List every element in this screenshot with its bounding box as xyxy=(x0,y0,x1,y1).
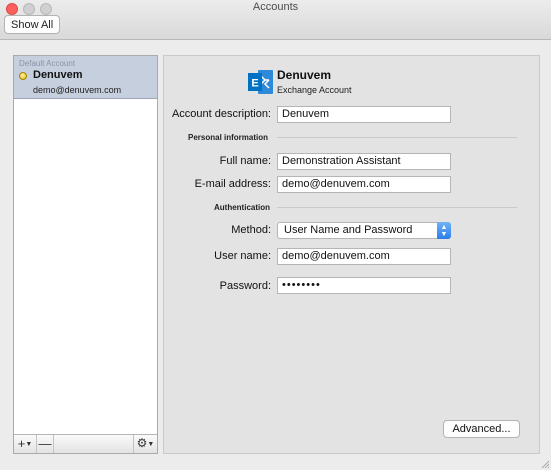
user-name-field[interactable]: demo@denuvem.com xyxy=(277,248,451,265)
section-divider xyxy=(277,207,517,208)
user-name-label: User name: xyxy=(214,250,271,262)
window-title: Accounts xyxy=(252,1,299,13)
full-name-field[interactable]: Demonstration Assistant xyxy=(277,153,451,170)
full-name-label: Full name: xyxy=(219,155,271,167)
account-description-label: Account description: xyxy=(171,108,271,120)
account-type: Exchange Account xyxy=(277,85,352,95)
account-list-name: Denuvem xyxy=(33,69,83,81)
minus-icon: — xyxy=(38,436,52,451)
method-value: User Name and Password xyxy=(284,224,413,236)
account-status-icon xyxy=(19,72,27,80)
account-group-label: Default Account xyxy=(19,59,76,68)
account-actions-button[interactable]: ⚙▼ xyxy=(133,435,157,453)
account-list-item[interactable]: Default Account Denuvem demo@denuvem.com xyxy=(14,56,157,99)
account-details-panel: E Denuvem Exchange Account Account descr… xyxy=(163,55,540,454)
svg-text:E: E xyxy=(251,78,258,90)
resize-grip-icon[interactable] xyxy=(541,460,549,468)
account-title: Denuvem xyxy=(277,68,332,82)
chevron-down-icon: ▼ xyxy=(147,441,155,448)
section-divider xyxy=(277,137,517,138)
chevron-down-icon: ▼ xyxy=(25,441,33,448)
email-address-label: E-mail address: xyxy=(194,178,271,190)
advanced-button[interactable]: Advanced... xyxy=(443,420,520,438)
password-label: Password: xyxy=(219,280,271,292)
account-description-field[interactable]: Denuvem xyxy=(277,106,451,123)
gear-icon: ⚙ xyxy=(136,436,148,450)
add-account-button[interactable]: +▼ xyxy=(14,435,37,453)
email-address-field[interactable]: demo@denuvem.com xyxy=(277,176,451,193)
accounts-sidebar: Default Account Denuvem demo@denuvem.com… xyxy=(13,55,158,454)
remove-account-button[interactable]: — xyxy=(37,435,54,453)
account-list-email: demo@denuvem.com xyxy=(33,85,122,95)
title-bar: Accounts Show All xyxy=(0,0,551,40)
method-label: Method: xyxy=(231,224,271,236)
show-all-button[interactable]: Show All xyxy=(4,15,61,34)
password-field[interactable]: •••••••• xyxy=(277,277,451,294)
exchange-logo-icon: E xyxy=(248,70,273,94)
personal-information-heading: Personal information xyxy=(188,133,269,142)
chevron-up-down-icon: ▲ ▼ xyxy=(437,222,451,239)
authentication-method-select[interactable]: User Name and Password ▲ ▼ xyxy=(277,222,451,239)
authentication-heading: Authentication xyxy=(214,203,270,212)
sidebar-toolbar: +▼ — ⚙▼ xyxy=(14,434,157,453)
